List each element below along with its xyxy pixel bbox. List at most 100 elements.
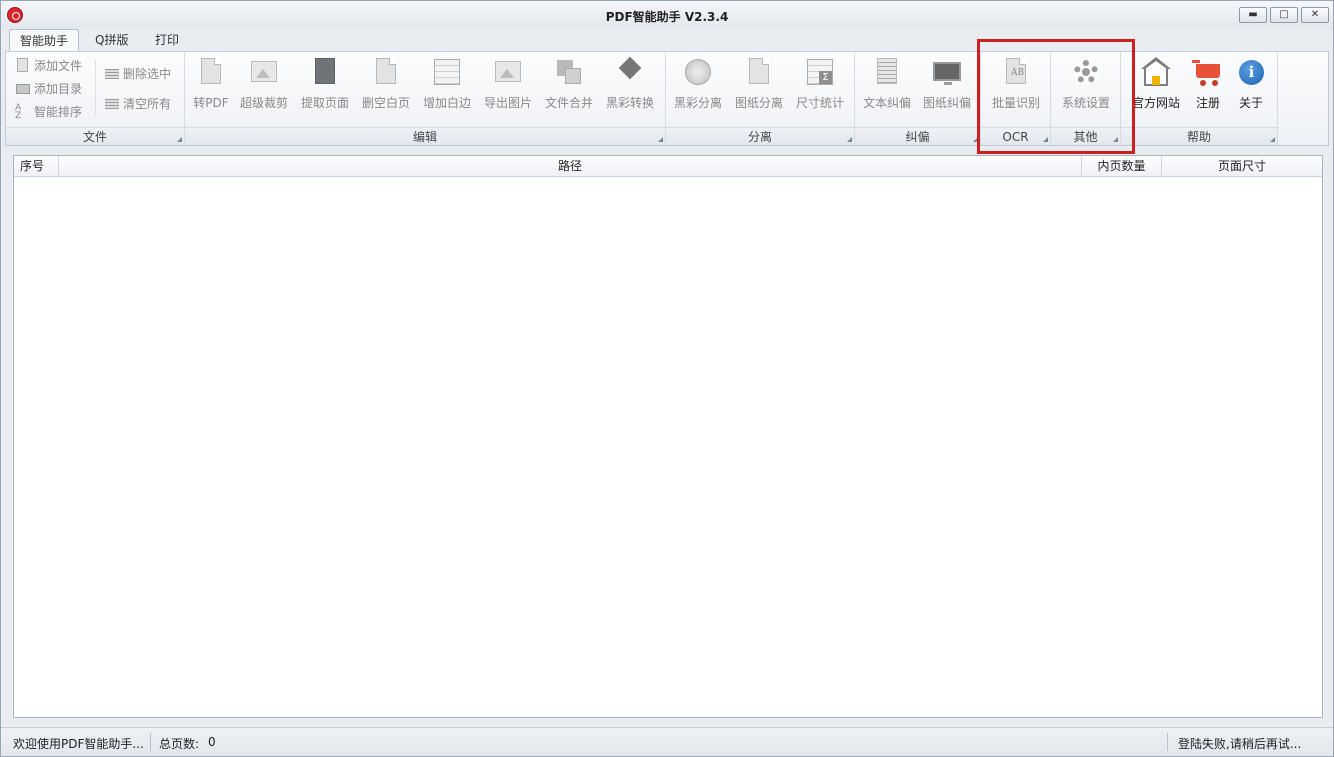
other-group-label: 其他 — [1051, 127, 1120, 145]
export-images-button[interactable]: 导出图片 — [482, 54, 534, 124]
sum-table-icon: Σ — [804, 56, 836, 88]
clear-all-button[interactable]: 清空所有 — [104, 94, 171, 114]
file-group-label: 文件 — [6, 127, 184, 145]
drawing-split-button[interactable]: 图纸分离 — [733, 54, 785, 124]
official-website-button[interactable]: 官方网站 — [1127, 54, 1185, 124]
help-group: 官方网站 注册 i 关于 帮助 — [1121, 52, 1278, 145]
column-header-index[interactable]: 序号 — [14, 156, 59, 177]
status-bar: 欢迎使用PDF智能助手... 总页数: 0 登陆失败,请稍后再试... — [1, 727, 1333, 756]
bw-convert-label: 黑彩转换 — [604, 94, 656, 111]
super-crop-button[interactable]: 超级裁剪 — [237, 54, 291, 124]
folder-icon — [15, 81, 31, 97]
official-website-label: 官方网站 — [1127, 94, 1185, 111]
blank-page-icon — [370, 56, 402, 88]
merge-icon — [553, 56, 585, 88]
smart-sort-button[interactable]: AZ智能排序 — [15, 102, 82, 122]
bw-split-button[interactable]: 黑彩分离 — [672, 54, 724, 124]
title-bar: PDF智能助手 V2.3.4 ▬ □ ✕ — [1, 1, 1333, 29]
merge-files-button[interactable]: 文件合并 — [543, 54, 595, 124]
ocr-group: AB 批量识别 OCR — [981, 52, 1051, 145]
extract-pages-button[interactable]: 提取页面 — [299, 54, 351, 124]
extract-pages-icon — [309, 56, 341, 88]
ocr-group-label: OCR — [981, 127, 1050, 145]
other-group: 系统设置 其他 — [1051, 52, 1121, 145]
column-header-page-size[interactable]: 页面尺寸 — [1162, 156, 1322, 177]
clear-all-label: 清空所有 — [123, 97, 171, 111]
app-window: PDF智能助手 V2.3.4 ▬ □ ✕ 智能助手 Q拼版 打印 添加文件 添加… — [0, 0, 1334, 757]
edit-group: 转PDF 超级裁剪 提取页面 删空白页 增加白边 导出图片 — [185, 52, 666, 145]
about-button[interactable]: i 关于 — [1231, 54, 1271, 124]
monitor-icon — [931, 56, 963, 88]
delete-selected-button[interactable]: 删除选中 — [104, 64, 171, 84]
status-separator — [1167, 733, 1168, 751]
cart-icon — [1192, 56, 1224, 88]
drawing-pages-icon — [743, 56, 775, 88]
split-group-launcher[interactable] — [847, 137, 852, 142]
paint-bucket-icon — [614, 56, 646, 88]
login-status: 登陆失败,请稍后再试... — [1178, 735, 1301, 752]
extract-pages-label: 提取页面 — [299, 94, 351, 111]
edit-group-label: 编辑 — [185, 127, 665, 145]
drawing-deskew-label: 图纸纠偏 — [921, 94, 973, 111]
tab-q-imposition[interactable]: Q拼版 — [85, 29, 138, 51]
table-header: 序号 路径 内页数量 页面尺寸 — [14, 156, 1322, 177]
other-group-launcher[interactable] — [1113, 137, 1118, 142]
deskew-group-launcher[interactable] — [973, 137, 978, 142]
close-button[interactable]: ✕ — [1301, 7, 1329, 23]
add-directory-button[interactable]: 添加目录 — [15, 79, 82, 99]
split-group-label: 分离 — [666, 127, 854, 145]
home-icon — [1140, 56, 1172, 88]
help-group-label: 帮助 — [1121, 127, 1277, 145]
separator — [95, 60, 96, 116]
split-group: 黑彩分离 图纸分离 Σ 尺寸统计 分离 — [666, 52, 855, 145]
add-margin-icon — [431, 56, 463, 88]
smart-sort-label: 智能排序 — [34, 105, 82, 119]
bw-convert-button[interactable]: 黑彩转换 — [604, 54, 656, 124]
system-settings-button[interactable]: 系统设置 — [1060, 54, 1112, 124]
ocr-group-launcher[interactable] — [1043, 137, 1048, 142]
color-wheel-icon — [682, 56, 714, 88]
to-pdf-label: 转PDF — [191, 94, 231, 111]
bw-split-label: 黑彩分离 — [672, 94, 724, 111]
help-group-launcher[interactable] — [1270, 137, 1275, 142]
super-crop-label: 超级裁剪 — [237, 94, 291, 111]
add-file-label: 添加文件 — [34, 59, 82, 73]
text-page-icon — [871, 56, 903, 88]
drawing-deskew-button[interactable]: 图纸纠偏 — [921, 54, 973, 124]
delete-blank-pages-label: 删空白页 — [360, 94, 412, 111]
column-header-path[interactable]: 路径 — [59, 156, 1082, 177]
file-table[interactable]: 序号 路径 内页数量 页面尺寸 — [13, 155, 1323, 718]
tab-smart-assistant[interactable]: 智能助手 — [9, 29, 79, 52]
delete-blank-pages-button[interactable]: 删空白页 — [360, 54, 412, 124]
add-file-button[interactable]: 添加文件 — [15, 56, 82, 76]
total-pages-value: 0 — [208, 735, 216, 749]
tab-print[interactable]: 打印 — [145, 29, 189, 51]
register-label: 注册 — [1188, 94, 1228, 111]
drawing-split-label: 图纸分离 — [733, 94, 785, 111]
minimize-button[interactable]: ▬ — [1239, 7, 1267, 23]
ribbon: 添加文件 添加目录 AZ智能排序 删除选中 清空所有 文件 转PDF — [5, 51, 1329, 146]
deskew-group: 文本纠偏 图纸纠偏 纠偏 — [855, 52, 981, 145]
add-directory-label: 添加目录 — [34, 82, 82, 96]
delete-row-icon — [104, 66, 120, 82]
image-icon — [492, 56, 524, 88]
deskew-group-label: 纠偏 — [855, 127, 980, 145]
to-pdf-button[interactable]: 转PDF — [191, 54, 231, 124]
size-stats-label: 尺寸统计 — [794, 94, 846, 111]
sort-az-icon: AZ — [15, 104, 31, 120]
info-icon: i — [1235, 56, 1267, 88]
batch-ocr-label: 批量识别 — [990, 94, 1042, 111]
register-button[interactable]: 注册 — [1188, 54, 1228, 124]
text-deskew-label: 文本纠偏 — [861, 94, 913, 111]
total-pages-label: 总页数: — [159, 735, 199, 752]
column-header-page-count[interactable]: 内页数量 — [1082, 156, 1162, 177]
size-stats-button[interactable]: Σ 尺寸统计 — [794, 54, 846, 124]
file-group-launcher[interactable] — [177, 137, 182, 142]
add-margin-button[interactable]: 增加白边 — [421, 54, 473, 124]
add-margin-label: 增加白边 — [421, 94, 473, 111]
maximize-button[interactable]: □ — [1270, 7, 1298, 23]
edit-group-launcher[interactable] — [658, 137, 663, 142]
about-label: 关于 — [1231, 94, 1271, 111]
text-deskew-button[interactable]: 文本纠偏 — [861, 54, 913, 124]
batch-ocr-button[interactable]: AB 批量识别 — [990, 54, 1042, 124]
